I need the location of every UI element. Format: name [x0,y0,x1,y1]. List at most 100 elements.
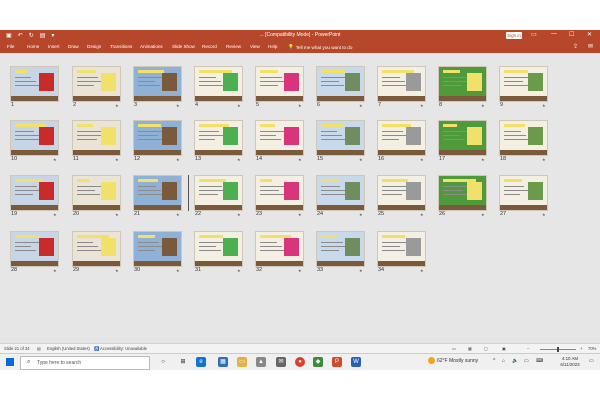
word-taskbar-icon[interactable]: W [351,357,361,367]
windows-start-icon[interactable] [6,358,14,366]
slide-thumbnail[interactable] [72,231,121,267]
transition-star-icon: ★ [542,103,546,108]
tab-insert[interactable]: Insert [48,44,60,49]
network-icon[interactable]: ⌂ [502,358,505,364]
notifications-icon[interactable]: ▭ [589,358,594,364]
powerpoint-taskbar-icon[interactable]: P [332,357,342,367]
slide-footer-band [500,205,547,210]
slide-image [284,238,299,256]
tab-animations[interactable]: Animations [140,44,163,49]
tab-design[interactable]: Design [87,44,101,49]
slide-number: 34 [378,267,385,273]
slide-thumbnail[interactable] [377,66,426,102]
slide-thumbnail[interactable] [255,231,304,267]
slide-thumbnail[interactable] [377,231,426,267]
battery-icon[interactable]: ▭ [524,358,529,364]
zoom-out-icon[interactable]: − [527,346,529,351]
tab-home[interactable]: Home [27,44,39,49]
minimize-icon[interactable]: — [551,31,557,37]
tab-slide-show[interactable]: Slide Show [172,44,195,49]
slide-thumbnail[interactable] [72,175,121,211]
tab-help[interactable]: Help [268,44,277,49]
normal-view-icon[interactable]: ▭ [452,346,456,351]
comments-icon[interactable]: ✉ [588,43,593,50]
volume-icon[interactable]: 🔈 [512,358,518,364]
language-label[interactable]: English (United States) [47,346,90,351]
slide-thumbnail[interactable] [72,120,121,156]
tab-file[interactable]: File [7,44,14,49]
transition-star-icon: ★ [176,268,180,273]
slide-thumbnail[interactable] [133,120,182,156]
slide-thumbnail[interactable] [133,175,182,211]
taskbar-clock[interactable]: 4:10 AM 6/11/2023 [555,356,585,367]
app-icon[interactable]: ◆ [313,357,323,367]
tell-me-search[interactable]: 💡 Tell me what you want to do [288,44,352,50]
weather-widget[interactable]: 62°F Mostly sunny [428,357,478,364]
slide-thumbnail[interactable] [194,120,243,156]
slide-thumbnail[interactable] [255,66,304,102]
slide-thumbnail[interactable] [72,66,121,102]
tab-view[interactable]: View [250,44,260,49]
slide-thumbnail[interactable] [255,175,304,211]
tab-record[interactable]: Record [202,44,217,49]
slide-number: 3 [134,102,138,108]
language-icon[interactable]: ▤ [37,346,41,351]
edge-icon[interactable]: e [196,357,206,367]
slide-thumbnail[interactable] [133,66,182,102]
tab-transitions[interactable]: Transitions [110,44,132,49]
maximize-icon[interactable]: ☐ [569,31,574,38]
chrome-icon[interactable]: ● [295,357,305,367]
tray-overflow-icon[interactable]: ^ [493,358,495,364]
accessibility-label[interactable]: Accessibility: Unavailable [100,346,147,351]
photos-icon[interactable]: ▲ [256,357,266,367]
slide-thumbnail[interactable] [499,175,548,211]
slide-thumbnail[interactable] [438,175,487,211]
tab-review[interactable]: Review [226,44,241,49]
slide-thumbnail[interactable] [194,231,243,267]
input-method-icon[interactable]: ⌨ [536,358,543,364]
slide-number: 23 [256,211,263,217]
slide-thumbnail[interactable] [377,120,426,156]
slide-thumbnail[interactable] [499,120,548,156]
slide-thumbnail[interactable] [499,66,548,102]
zoom-in-icon[interactable]: + [580,346,582,351]
slide-thumbnail[interactable] [316,231,365,267]
slide-thumbnail[interactable] [194,175,243,211]
slide-thumbnail[interactable] [133,231,182,267]
task-view-icon[interactable]: ○ [158,357,168,367]
slide-thumbnail[interactable] [10,120,59,156]
close-icon[interactable]: ✕ [587,31,592,38]
slide-thumbnail[interactable] [10,66,59,102]
tab-draw[interactable]: Draw [68,44,79,49]
zoom-slider-thumb[interactable] [557,346,559,352]
slide-thumbnail[interactable] [194,66,243,102]
slide-title-highlight [15,70,27,73]
slide-thumbnail[interactable] [316,120,365,156]
slide-thumbnail[interactable] [255,120,304,156]
slide-text-line [504,186,524,187]
sign-in-button[interactable]: Sign in [506,32,522,39]
share-icon[interactable]: ⇪ [573,43,578,50]
slide-footer-band [378,261,425,266]
slide-thumbnail[interactable] [316,66,365,102]
slide-thumbnail[interactable] [438,120,487,156]
taskbar-search-box[interactable]: ⌕ Type here to search [20,356,150,370]
mail-icon[interactable]: ✉ [276,357,286,367]
slide-thumbnail[interactable] [438,66,487,102]
reading-view-icon[interactable]: ▢ [484,346,488,351]
slide-thumbnail[interactable] [377,175,426,211]
slide-thumbnail[interactable] [10,231,59,267]
accessibility-icon[interactable]: ♿ [94,346,99,352]
widgets-icon[interactable]: ⊞ [178,357,188,367]
slide-show-icon[interactable]: ▣ [502,346,506,351]
slide-sorter-icon[interactable]: ▦ [468,346,472,351]
slide-text-line [382,186,406,187]
slide-number: 19 [11,211,18,217]
microsoft-store-icon[interactable]: ▦ [218,357,228,367]
slide-image [528,127,543,145]
slide-thumbnail[interactable] [316,175,365,211]
slide-thumbnail[interactable] [10,175,59,211]
zoom-level[interactable]: 70% [588,346,596,351]
file-explorer-icon[interactable]: ▭ [237,357,247,367]
ribbon-display-icon[interactable]: ▭ [531,31,537,38]
